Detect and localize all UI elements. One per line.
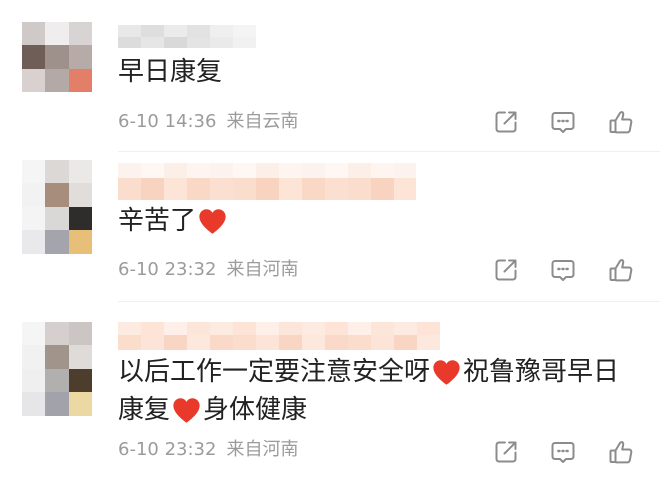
comment-text-line: 康复 身体健康 — [118, 391, 619, 429]
forward-icon — [492, 108, 520, 136]
comment-meta: 6-10 14:36 来自云南 — [118, 111, 298, 133]
comment-text-segment: 康复 — [118, 395, 171, 425]
like-button[interactable] — [607, 438, 635, 466]
username[interactable] — [118, 25, 256, 48]
username[interactable] — [118, 322, 440, 350]
forward-button[interactable] — [492, 438, 520, 466]
avatar[interactable] — [22, 322, 92, 416]
comment-button[interactable] — [549, 108, 577, 136]
comment-text-segment: 以后工作一定要注意安全呀 — [118, 357, 431, 387]
red-heart-icon — [432, 359, 461, 386]
forward-button[interactable] — [492, 108, 520, 136]
comment-text-segment: 身体健康 — [203, 395, 308, 425]
comment-icon — [549, 108, 577, 136]
comment-meta: 6-10 23:32 来自河南 — [118, 259, 298, 281]
like-button[interactable] — [607, 108, 635, 136]
comment-time: 6-10 23:32 — [118, 439, 217, 460]
comment-text-line: 辛苦了 — [118, 202, 229, 240]
comment-text: 以后工作一定要注意安全呀 祝鲁豫哥早日 康复 身体健康 — [118, 353, 619, 429]
comment-text: 早日康复 — [118, 53, 222, 91]
forward-button[interactable] — [492, 256, 520, 284]
comment-text-segment: 早日康复 — [118, 57, 223, 87]
comment-button[interactable] — [549, 438, 577, 466]
comment-icon — [549, 438, 577, 466]
comment-item: 以后工作一定要注意安全呀 祝鲁豫哥早日 康复 身体健康 6-10 23:32 来… — [0, 302, 660, 488]
comment-text-segment: 祝鲁豫哥早日 — [463, 357, 620, 387]
comment-icon — [549, 256, 577, 284]
comment-source: 来自河南 — [226, 259, 299, 280]
comment-source: 来自云南 — [226, 111, 299, 132]
username[interactable] — [118, 163, 416, 200]
like-icon — [607, 438, 635, 466]
comment-item: 辛苦了 6-10 23:32 来自河南 — [0, 152, 660, 302]
comment-text-line: 早日康复 — [118, 53, 222, 91]
like-icon — [607, 256, 635, 284]
red-heart-icon — [198, 208, 227, 235]
comment-time: 6-10 23:32 — [118, 259, 217, 280]
avatar[interactable] — [22, 160, 92, 254]
comment-item: 早日康复 6-10 14:36 来自云南 — [0, 0, 660, 152]
forward-icon — [492, 256, 520, 284]
comment-source: 来自河南 — [226, 439, 299, 460]
comment-time: 6-10 14:36 — [118, 111, 217, 132]
forward-icon — [492, 438, 520, 466]
comment-text-line: 以后工作一定要注意安全呀 祝鲁豫哥早日 — [118, 353, 619, 391]
comment-text-segment: 辛苦了 — [118, 206, 197, 236]
comment-meta: 6-10 23:32 来自河南 — [118, 439, 298, 461]
like-icon — [607, 108, 635, 136]
red-heart-icon — [172, 397, 201, 424]
avatar[interactable] — [22, 22, 92, 92]
comment-button[interactable] — [549, 256, 577, 284]
comment-text: 辛苦了 — [118, 202, 229, 240]
like-button[interactable] — [607, 256, 635, 284]
